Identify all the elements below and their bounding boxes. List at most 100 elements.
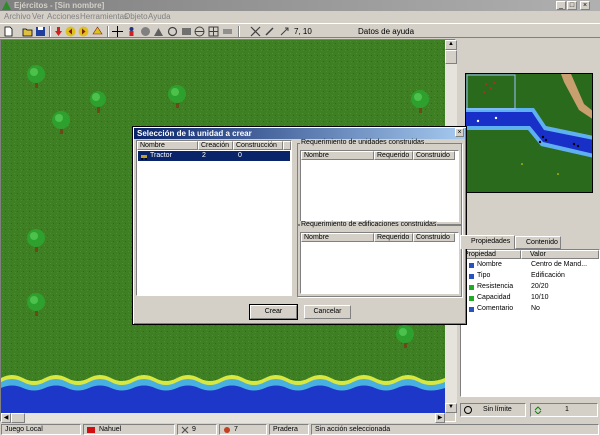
- property-row[interactable]: Capacidad 10/10: [461, 293, 599, 303]
- property-key: Tipo: [477, 272, 491, 279]
- req-buildings-col-requerido[interactable]: Requerido: [374, 233, 413, 242]
- move-down-icon[interactable]: [53, 26, 64, 37]
- vertical-scroll-thumb[interactable]: [445, 50, 457, 64]
- property-key: Nombre: [477, 261, 502, 268]
- property-value: No: [531, 305, 540, 312]
- tab-strip: Propiedades Contenido: [458, 235, 600, 249]
- maximize-button[interactable]: □: [567, 1, 577, 10]
- unit-construccion: 0: [238, 152, 242, 159]
- pencil-icon[interactable]: [264, 26, 275, 37]
- menu-bar: Archivo Ver Acciones Herramientas Objeto…: [0, 11, 600, 23]
- property-row[interactable]: Tipo Edificación: [461, 271, 599, 281]
- cut-icon[interactable]: [250, 26, 261, 37]
- dialog-title-bar: Selección de la unidad a crear: [134, 128, 465, 139]
- horizontal-scrollbar[interactable]: ◀ ▶: [1, 413, 445, 423]
- layers-icon[interactable]: [222, 26, 233, 37]
- req-buildings-col-construido[interactable]: Construido: [413, 233, 455, 242]
- header-propiedad[interactable]: Propiedad: [461, 250, 521, 259]
- arrow-right-icon[interactable]: [78, 26, 89, 37]
- header-valor[interactable]: Valor: [521, 250, 599, 259]
- unit-row-tractor[interactable]: Tractor 2 0: [138, 151, 290, 161]
- turn-icon: [534, 406, 542, 414]
- property-bullet-icon: [469, 307, 474, 312]
- window-title: Ejércitos - [Sin nombre]: [14, 1, 105, 10]
- gear-icon: [224, 427, 230, 433]
- minimap[interactable]: [465, 73, 593, 193]
- scroll-left-button[interactable]: ◀: [1, 413, 11, 423]
- property-row[interactable]: Comentario No: [461, 304, 599, 314]
- property-key: Resistencia: [477, 283, 514, 290]
- cancel-button[interactable]: Cancelar: [304, 305, 351, 319]
- person-icon[interactable]: [126, 26, 137, 37]
- current-player: Nahuel: [83, 424, 175, 435]
- grid-icon[interactable]: [208, 26, 219, 37]
- scroll-up-button[interactable]: ▲: [445, 40, 457, 50]
- menu-archivo[interactable]: Archivo: [4, 12, 31, 22]
- resource-2: 7: [219, 424, 267, 435]
- property-bullet-icon: [469, 274, 474, 279]
- globe-icon[interactable]: [194, 26, 205, 37]
- property-value: Centro de Mand...: [531, 261, 588, 268]
- req-units-col-nombre[interactable]: Nombre: [301, 151, 374, 160]
- close-button[interactable]: ×: [580, 1, 590, 10]
- property-row[interactable]: Resistencia 20/20: [461, 282, 599, 292]
- menu-objeto[interactable]: Objeto: [124, 12, 148, 22]
- create-button[interactable]: Crear: [249, 304, 298, 320]
- arrow-left-icon[interactable]: [65, 26, 76, 37]
- coords-icon: [280, 27, 289, 36]
- menu-ver[interactable]: Ver: [32, 12, 44, 22]
- req-units-list[interactable]: Nombre Requerido Construido: [300, 150, 459, 222]
- unit-creacion: 2: [202, 152, 206, 159]
- status-bar: Juego Local Nahuel 9 7 Pradera Sin acció…: [0, 423, 600, 435]
- terrain-type: Pradera: [269, 424, 309, 435]
- toolbar: 7, 10 Datos de ayuda: [0, 23, 600, 38]
- property-value: 20/20: [531, 283, 549, 290]
- coords-readout: 7, 10: [294, 27, 312, 36]
- scroll-down-button[interactable]: ▼: [445, 403, 457, 413]
- tab-propiedades[interactable]: Propiedades: [460, 235, 515, 249]
- req-buildings-label: Requerimiento de edificaciones construid…: [300, 221, 438, 229]
- clock-icon: [464, 406, 472, 414]
- menu-herramientas[interactable]: Herramientas: [80, 12, 128, 22]
- map-icon[interactable]: [181, 26, 192, 37]
- req-buildings-col-nombre[interactable]: Nombre: [301, 233, 374, 242]
- dialog-close-button[interactable]: ×: [455, 128, 464, 137]
- req-units-col-construido[interactable]: Construido: [413, 151, 455, 160]
- units-list[interactable]: Nombre Creación Construcción Tractor 2 0: [136, 140, 292, 296]
- info-icon[interactable]: [140, 26, 151, 37]
- tab-contenido[interactable]: Contenido: [515, 236, 561, 249]
- col-construccion[interactable]: Construcción: [233, 141, 283, 150]
- tractor-icon: [141, 155, 147, 160]
- property-row[interactable]: Nombre Centro de Mand...: [461, 260, 599, 270]
- time-limit-text: Sin límite: [483, 406, 512, 413]
- unit-name: Tractor: [150, 152, 172, 159]
- req-units-col-requerido[interactable]: Requerido: [374, 151, 413, 160]
- help-text: Datos de ayuda: [358, 27, 415, 36]
- property-bullet-icon: [469, 296, 474, 301]
- zoom-icon[interactable]: [167, 26, 178, 37]
- property-value: 10/10: [531, 294, 549, 301]
- req-buildings-list[interactable]: Nombre Requerido Construido: [300, 232, 459, 294]
- crosshair-icon[interactable]: [112, 26, 123, 37]
- property-value: Edificación: [531, 272, 565, 279]
- arrow-up-icon[interactable]: [92, 26, 103, 37]
- properties-grid: Propiedad Valor Nombre Centro de Mand... T…: [460, 249, 600, 397]
- save-icon[interactable]: [35, 26, 46, 37]
- player-color-swatch: [87, 427, 95, 433]
- horizontal-scroll-thumb[interactable]: [11, 413, 25, 423]
- open-icon[interactable]: [22, 26, 33, 37]
- menu-acciones[interactable]: Acciones: [47, 12, 79, 22]
- new-icon[interactable]: [3, 26, 14, 37]
- build-icon[interactable]: [153, 26, 164, 37]
- col-nombre[interactable]: Nombre: [137, 141, 198, 150]
- game-mode: Juego Local: [1, 424, 81, 435]
- menu-ayuda[interactable]: Ayuda: [148, 12, 171, 22]
- minimize-button[interactable]: _: [556, 1, 566, 10]
- property-bullet-icon: [469, 263, 474, 268]
- scroll-right-button[interactable]: ▶: [435, 413, 445, 423]
- minimap-image[interactable]: [466, 74, 593, 193]
- col-creacion[interactable]: Creación: [198, 141, 233, 150]
- resource-1-value: 9: [192, 426, 196, 433]
- req-units-label: Requerimiento de unidades construidas: [300, 139, 426, 147]
- req-units-group: Requerimiento de unidades construidas No…: [297, 139, 462, 225]
